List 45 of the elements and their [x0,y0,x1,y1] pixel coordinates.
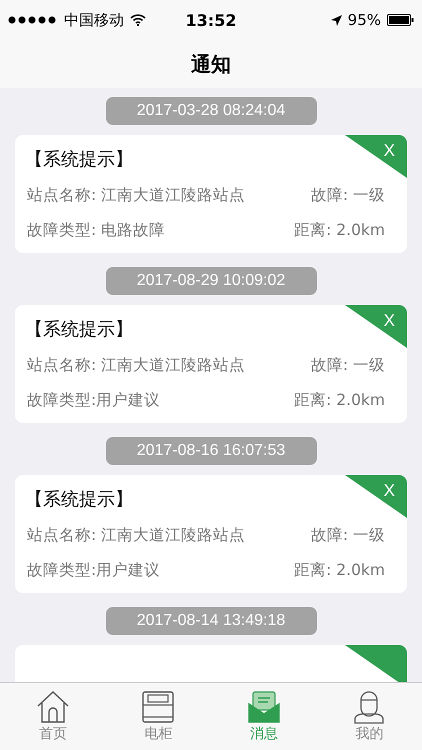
notice-title: 【系统提示】 [25,318,134,341]
corner-triangle-icon [345,475,407,518]
wifi-icon [130,14,146,26]
notice-card[interactable]: 【系统提示】 X 站点名称: 江南大道江陵路站点 故障: 一级 故障类型:用户建议 距离: 2.0km [15,305,407,423]
station-name: 站点名称: 江南大道江陵路站点 [27,185,246,206]
battery-icon [387,14,414,26]
close-button[interactable]: X [384,311,395,331]
cabinet-icon [141,690,176,724]
notice-title: 【系统提示】 [25,488,134,511]
page-title: 通知 [191,50,231,78]
fault-type: 故障类型: 电路故障 [27,220,166,241]
close-button[interactable]: X [384,141,395,161]
distance: 距离: 2.0km [294,390,385,411]
close-button[interactable]: X [384,481,395,501]
date-label: 2017-08-16 16:07:53 [106,437,316,465]
corner-triangle-icon [345,135,407,178]
date-label: 2017-03-28 08:24:04 [106,97,316,125]
tab-bar-item[interactable]: 消息 [211,683,316,750]
fault-level: 故障: 一级 [310,525,385,546]
fault-type: 故障类型:用户建议 [27,390,160,411]
corner-triangle-icon [345,645,407,682]
station-name: 站点名称: 江南大道江陵路站点 [27,355,246,376]
battery-percent: 95% [348,11,381,29]
notice-card[interactable]: 【系统提示】 X 站点名称: 江南大道江陵路站点 故障: 一级 故障类型: 电路故障 距离: 2.0km [15,135,407,253]
date-label: 2017-08-29 10:09:02 [106,267,316,295]
distance: 距离: 2.0km [294,220,385,241]
notice-title: 【系统提示】 [25,148,134,171]
date-label: 2017-08-14 13:49:18 [106,607,316,635]
tab-bar-item[interactable]: 电柜 [106,683,211,750]
corner-triangle-icon [345,305,407,348]
home-icon [36,690,70,724]
station-name: 站点名称: 江南大道江陵路站点 [27,525,246,546]
fault-level: 故障: 一级 [310,355,385,376]
location-arrow-icon [330,14,342,26]
envelope-icon [246,690,281,724]
clock-time: 13:52 [186,10,236,30]
fault-level: 故障: 一级 [310,185,385,206]
person-icon [352,690,386,724]
tab-bar-item[interactable]: 我的 [316,683,422,750]
tab-bar-item[interactable]: 首页 [0,683,106,750]
fault-type: 故障类型:用户建议 [27,560,160,581]
carrier-name: 中国移动 [64,10,124,30]
distance: 距离: 2.0km [294,560,385,581]
notice-card[interactable]: 【系统提示】 X 站点名称: 江南大道江陵路站点 故障: 一级 故障类型:用户建议 距离: 2.0km [15,475,407,593]
signal-icon [8,16,58,24]
